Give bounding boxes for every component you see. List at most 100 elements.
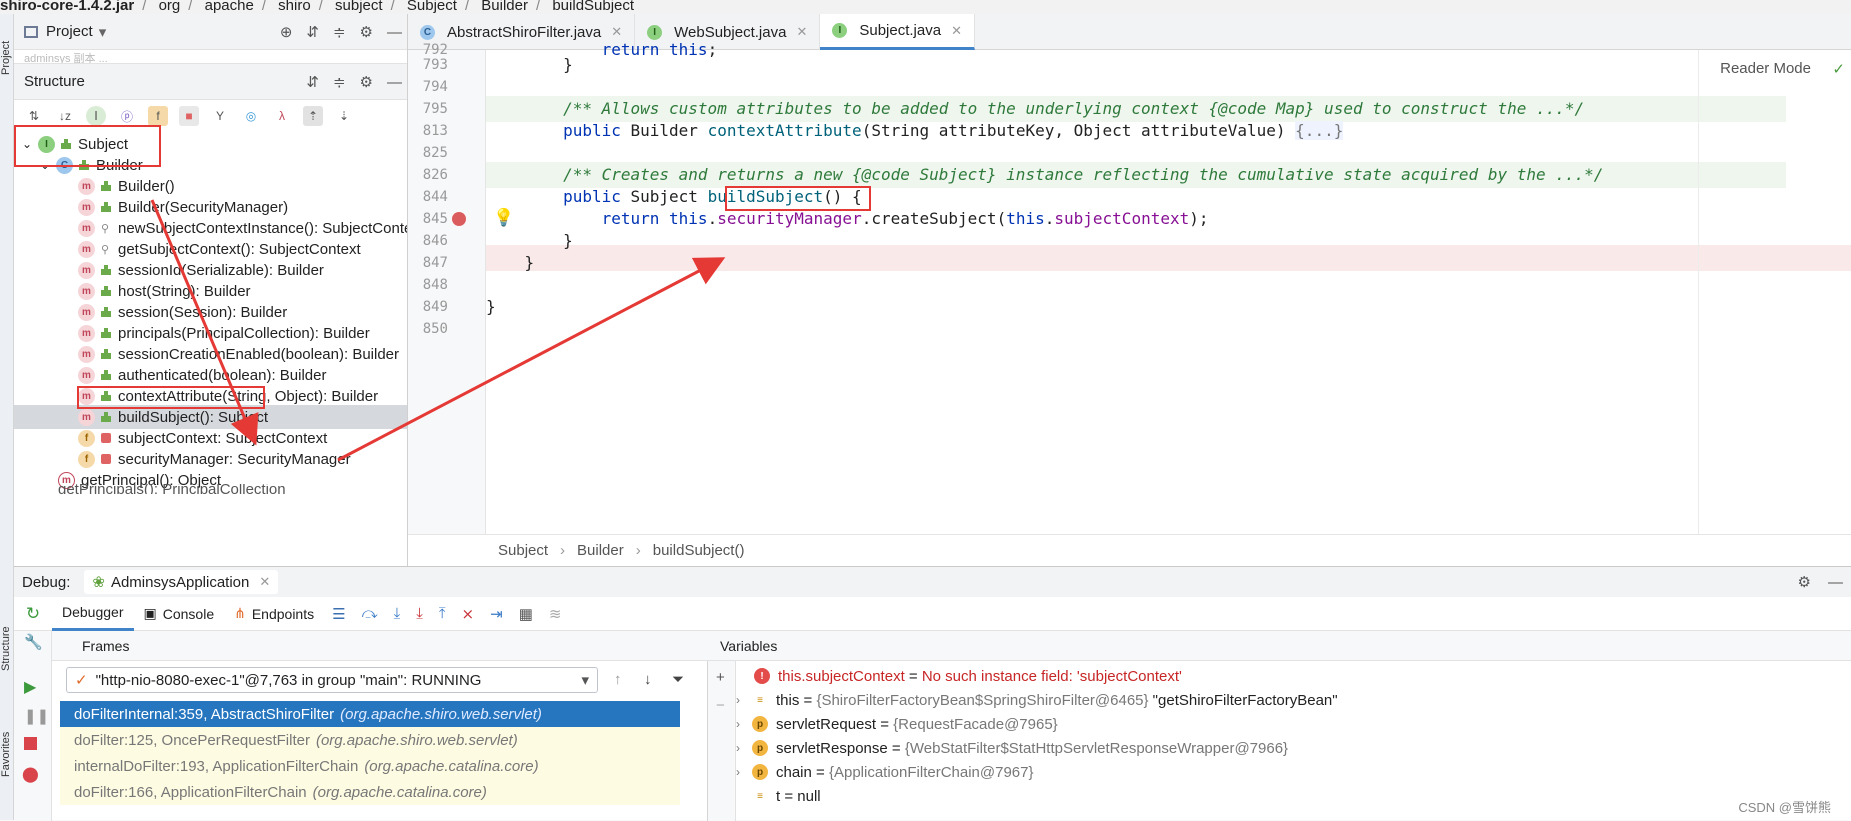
variable-extra: "getShiroFilterFactoryBean"	[1148, 691, 1338, 709]
variable-row[interactable]: ≡ t = null	[752, 784, 821, 808]
gear-icon[interactable]: ⚙	[1798, 573, 1811, 591]
chevron-down-icon[interactable]: ▾	[99, 23, 107, 41]
show-inherited-icon[interactable]: Ⅰ	[86, 106, 106, 126]
collapse-all-icon[interactable]: ≑	[333, 23, 346, 41]
add-watch-icon[interactable]: +	[716, 669, 725, 686]
project-stripe-button[interactable]: Project	[0, 28, 14, 88]
step-over-icon[interactable]: ⤓	[394, 605, 401, 622]
crumb-buildSubject[interactable]: buildSubject	[552, 0, 634, 13]
chevron-down-icon[interactable]: ▾	[581, 671, 589, 689]
favorites-stripe-button[interactable]: Favorites	[0, 714, 14, 794]
lambda-icon[interactable]: λ	[272, 106, 292, 126]
tab-endpoints[interactable]: ⋔ Endpoints	[224, 597, 324, 631]
locate-icon[interactable]: ⊕	[280, 23, 293, 41]
tree-node-label: buildSubject(): Subject	[118, 408, 269, 426]
show-fields-icon[interactable]: f	[148, 106, 168, 126]
gear-icon[interactable]: ⚙	[360, 23, 373, 41]
close-icon[interactable]: ✕	[259, 574, 270, 590]
expand-all-icon[interactable]: ⇵	[306, 23, 319, 41]
tab-label: Debugger	[62, 604, 124, 620]
show-properties-icon[interactable]: ⓟ	[117, 106, 137, 126]
step-out-icon[interactable]: ⤒	[439, 605, 446, 622]
line-number: 793	[422, 57, 448, 73]
tab-debugger[interactable]: Debugger	[52, 596, 134, 631]
sort-visibility-icon[interactable]: ⇅	[24, 106, 44, 126]
variable-name: chain	[776, 763, 812, 781]
autoscroll-to-source-icon[interactable]: ⇡	[303, 106, 323, 126]
frame-row[interactable]: internalDoFilter:193, ApplicationFilterC…	[60, 753, 680, 779]
structure-panel-title: Structure	[24, 73, 85, 90]
public-icon	[101, 412, 111, 422]
chevron-right-icon[interactable]: ›	[736, 693, 752, 707]
drop-frame-icon[interactable]: ⨯	[462, 605, 475, 623]
class-icon: C	[420, 24, 435, 40]
frame-package: (org.apache.catalina.core)	[364, 757, 539, 775]
chevron-right-icon[interactable]: ›	[736, 765, 752, 779]
autoscroll-from-source-icon[interactable]: ⇣	[334, 106, 354, 126]
show-anonymous-icon[interactable]: Y	[210, 106, 230, 126]
thread-selector[interactable]: ✓ "http-nio-8080-exec-1"@7,763 in group …	[66, 667, 598, 693]
chevron-right-icon[interactable]: ›	[736, 741, 752, 755]
wrench-icon[interactable]: 🔧	[24, 633, 43, 651]
breakpoint-icon[interactable]	[452, 212, 466, 226]
structure-stripe-button[interactable]: Structure	[0, 614, 14, 684]
variable-row[interactable]: › p servletResponse = {WebStatFilter$Sta…	[736, 736, 1288, 760]
frame-row-selected[interactable]: doFilterInternal:359, AbstractShiroFilte…	[60, 701, 680, 727]
run-to-cursor-icon[interactable]: ⇥	[490, 605, 503, 623]
minimize-icon[interactable]: —	[387, 74, 402, 91]
crumb-Builder[interactable]: Builder	[481, 0, 528, 13]
chevron-right-icon[interactable]: ›	[736, 717, 752, 731]
crumb-org[interactable]: org	[159, 0, 181, 13]
tree-method-partial[interactable]: getPrincipals(): PrincipalCollection	[58, 484, 286, 494]
crumb-jar[interactable]: shiro-core-1.4.2.jar	[0, 0, 134, 13]
editor-crumb[interactable]: Subject	[498, 542, 548, 559]
crumb-apache[interactable]: apache	[205, 0, 254, 13]
expand-all-icon[interactable]: ⇵	[306, 73, 319, 91]
pause-icon[interactable]: ❚❚	[24, 707, 49, 725]
show-non-public-icon[interactable]: ■	[179, 106, 199, 126]
gear-icon[interactable]: ⚙	[360, 73, 373, 91]
variable-row[interactable]: › ≡ this = {ShiroFilterFactoryBean$Sprin…	[736, 688, 1338, 712]
tab-console[interactable]: ▣ Console	[134, 597, 225, 631]
crumb-subject[interactable]: subject	[335, 0, 383, 13]
menu-icon[interactable]: ☰	[332, 605, 345, 623]
frame-method: doFilter:125, OncePerRequestFilter	[74, 731, 310, 749]
sort-alpha-icon[interactable]: ↓z	[55, 106, 75, 126]
structure-tree: ⌄ I Subject ⌄ C Builder m Builder() m Buil…	[14, 132, 407, 566]
line-number: 825	[422, 145, 448, 161]
frame-row[interactable]: doFilter:125, OncePerRequestFilter (org.a…	[60, 727, 680, 753]
code-editor[interactable]: Reader Mode ✓ 792 return this; 793 } 794…	[408, 40, 1851, 534]
trace-icon[interactable]: ≋	[549, 605, 562, 623]
view-breakpoints-icon[interactable]: ⬤	[22, 765, 39, 783]
show-lambdas-icon[interactable]: ◎	[241, 106, 261, 126]
method-icon: m	[78, 282, 95, 300]
filter-icon[interactable]: ⏷	[672, 671, 684, 688]
variable-row[interactable]: › p servletRequest = {RequestFacade@7965…	[736, 712, 1058, 736]
up-arrow-icon[interactable]: ↑	[614, 671, 622, 688]
rerun-icon[interactable]: ↻	[14, 604, 52, 624]
minimize-icon[interactable]: —	[1828, 574, 1843, 591]
crumb-shiro[interactable]: shiro	[278, 0, 311, 13]
variable-row[interactable]: ! this.subjectContext = No such instance…	[754, 664, 1182, 688]
stop-icon[interactable]	[24, 737, 37, 750]
variable-row[interactable]: › p chain = {ApplicationFilterChain@7967…	[736, 760, 1034, 784]
debug-session-tab[interactable]: ❀ AdminsysApplication ✕	[84, 570, 279, 594]
minimize-icon[interactable]: —	[387, 24, 402, 41]
collapse-all-icon[interactable]: ≑	[333, 73, 346, 91]
evaluate-expression-icon[interactable]: ▦	[519, 605, 533, 623]
crumb-Subject[interactable]: Subject	[407, 0, 457, 13]
step-into-icon[interactable]: ⤓	[416, 605, 423, 622]
private-lock-icon	[101, 433, 111, 443]
project-panel-title[interactable]: Project	[46, 23, 93, 40]
editor-crumb[interactable]: Builder	[577, 542, 624, 559]
code-line: public Builder contextAttribute(String a…	[563, 121, 1344, 140]
line-number: 795	[422, 101, 448, 117]
resume-icon[interactable]: ▶	[24, 677, 36, 697]
remove-watch-icon[interactable]: −	[716, 697, 725, 714]
editor-crumb[interactable]: buildSubject()	[653, 542, 745, 559]
spring-icon: ❀	[92, 574, 105, 591]
frame-row[interactable]: doFilter:166, ApplicationFilterChain (org…	[60, 779, 680, 805]
project-panel-header: Project ▾ ⊕ ⇵ ≑ ⚙ —	[14, 14, 407, 50]
show-execution-point-icon[interactable]: ⤼	[362, 605, 378, 622]
down-arrow-icon[interactable]: ↓	[644, 671, 652, 688]
